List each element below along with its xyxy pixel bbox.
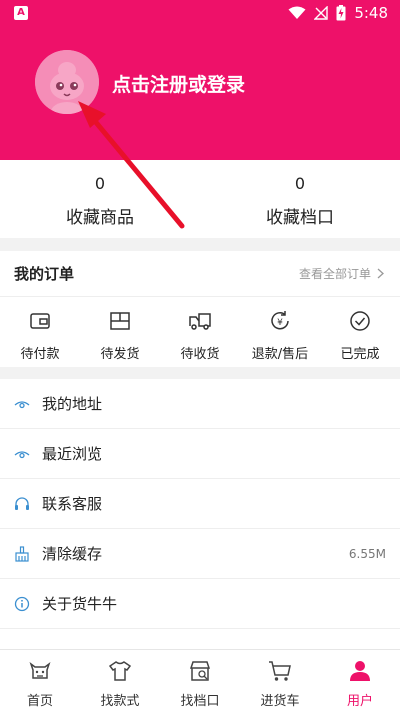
- order-pending-receipt[interactable]: 待收货: [160, 297, 240, 367]
- cart-icon: [269, 661, 291, 681]
- orders-title: 我的订单: [14, 265, 75, 283]
- order-completed[interactable]: 已完成: [320, 297, 400, 367]
- favorite-products-count: 0: [94, 174, 106, 193]
- mascot-avatar-icon: [35, 50, 99, 114]
- bottom-tab-bar: 首页 找款式 找档口 进货车 用户: [0, 649, 400, 712]
- order-pending-shipment[interactable]: 待发货: [80, 297, 160, 367]
- favorite-stores-count: 0: [294, 174, 306, 193]
- tab-find-styles-label: 找款式: [100, 694, 140, 709]
- cow-icon: [29, 661, 51, 679]
- no-signal-icon: [314, 6, 329, 20]
- order-refund-label: 退款/售后: [251, 347, 309, 362]
- order-pending-shipment-label: 待发货: [100, 347, 140, 362]
- orders-section: 我的订单 查看全部订单 待付款 待发货 待收货 ¥ 退款/售后 已完成: [0, 251, 400, 367]
- order-pending-payment[interactable]: 待付款: [0, 297, 80, 367]
- truck-icon: [189, 313, 211, 330]
- order-pending-receipt-label: 待收货: [180, 347, 220, 362]
- order-status-row: 待付款 待发货 待收货 ¥ 退款/售后 已完成: [0, 297, 400, 367]
- chevron-right-icon: [377, 268, 384, 279]
- view-all-orders-link[interactable]: 查看全部订单: [299, 265, 384, 282]
- cache-size: 6.55M: [348, 546, 386, 561]
- tab-home-label: 首页: [26, 694, 53, 709]
- favorites-panel: 0 收藏商品 0 收藏档口: [0, 160, 400, 238]
- app-badge-icon: A: [14, 6, 28, 20]
- wifi-icon: [288, 6, 306, 19]
- broom-icon: [15, 545, 29, 562]
- tshirt-icon: [108, 661, 132, 681]
- menu-item-address-label: 我的地址: [42, 395, 103, 413]
- menu-item-clear-cache-label: 清除缓存: [42, 545, 103, 563]
- tab-user[interactable]: 用户: [320, 650, 400, 712]
- order-refund[interactable]: ¥ 退款/售后: [240, 297, 320, 367]
- menu-item-about[interactable]: 关于货牛牛: [0, 579, 400, 629]
- favorite-products[interactable]: 0 收藏商品: [0, 160, 200, 238]
- tab-find-stores[interactable]: 找档口: [160, 650, 240, 712]
- view-all-orders-label: 查看全部订单: [298, 267, 371, 281]
- order-completed-label: 已完成: [340, 347, 380, 362]
- tab-cart-label: 进货车: [260, 694, 300, 709]
- svg-text:¥: ¥: [277, 318, 283, 328]
- eye-icon: [14, 400, 30, 408]
- tab-home[interactable]: 首页: [0, 650, 80, 712]
- user-icon: [350, 661, 370, 681]
- wallet-icon: [30, 313, 50, 329]
- tab-find-stores-label: 找档口: [180, 694, 220, 709]
- tab-user-label: 用户: [346, 694, 373, 709]
- menu-item-support[interactable]: 联系客服: [0, 479, 400, 529]
- headset-icon: [15, 496, 29, 510]
- menu-item-recent-label: 最近浏览: [42, 445, 103, 463]
- eye-icon: [14, 450, 30, 458]
- menu-item-address[interactable]: 我的地址: [0, 379, 400, 429]
- favorite-products-label: 收藏商品: [66, 208, 134, 228]
- settings-menu: 我的地址 最近浏览 联系客服 清除缓存 6.55M 关于货牛牛: [0, 379, 400, 649]
- battery-charging-icon: [336, 5, 346, 21]
- clock: 5:48: [354, 4, 388, 22]
- status-bar: A 5:48: [0, 0, 400, 28]
- refund-icon: ¥: [271, 311, 289, 330]
- menu-item-about-label: 关于货牛牛: [42, 595, 118, 613]
- store-icon: [189, 661, 211, 681]
- menu-item-clear-cache[interactable]: 清除缓存 6.55M: [0, 529, 400, 579]
- login-register-link[interactable]: 点击注册或登录: [112, 70, 245, 97]
- menu-item-support-label: 联系客服: [42, 495, 103, 513]
- tab-find-styles[interactable]: 找款式: [80, 650, 160, 712]
- check-circle-icon: [350, 311, 370, 331]
- order-pending-payment-label: 待付款: [20, 347, 60, 362]
- menu-item-recent[interactable]: 最近浏览: [0, 429, 400, 479]
- package-icon: [110, 312, 130, 330]
- tab-cart[interactable]: 进货车: [240, 650, 320, 712]
- avatar[interactable]: [35, 50, 99, 114]
- info-icon: [14, 596, 30, 611]
- orders-header: 我的订单 查看全部订单: [0, 251, 400, 297]
- status-icons: 5:48: [288, 4, 388, 22]
- favorite-stores-label: 收藏档口: [266, 208, 334, 228]
- favorite-stores[interactable]: 0 收藏档口: [200, 160, 400, 238]
